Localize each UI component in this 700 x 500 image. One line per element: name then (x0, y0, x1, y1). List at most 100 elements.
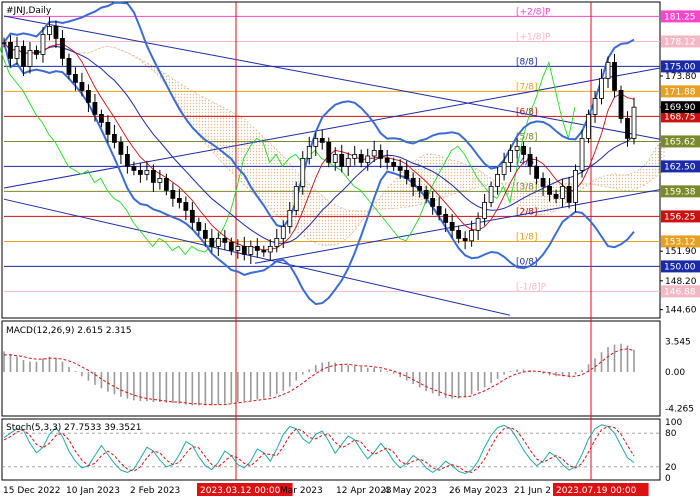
candle-body-38 (248, 245, 254, 255)
candle-body-30 (196, 221, 202, 231)
candle-body-92 (599, 78, 604, 99)
candle-body-27 (176, 197, 182, 203)
candle-body-68 (443, 213, 449, 223)
murrey-label-9: [1/8] (516, 232, 538, 242)
candle-body-63 (410, 177, 416, 187)
candle-body-55 (358, 153, 364, 163)
candle-body-90 (586, 114, 591, 139)
candle-body-59 (384, 157, 390, 163)
candle-body-23 (150, 169, 156, 183)
candle-body-0 (1, 42, 7, 44)
candle-body-97 (631, 106, 637, 139)
candle-body-89 (579, 137, 585, 171)
x-tick-4: Mar 2023 (280, 486, 323, 496)
murrey-label-2: [8/8] (516, 57, 538, 67)
murrey-label-0: [+2/8]P (516, 7, 551, 17)
candle-body-35 (228, 241, 234, 251)
x-tick-2: 2 Feb 2023 (130, 486, 180, 496)
price-chart: [+2/8]P[+1/8]P[8/8][7/8][6/8][5/8][4/8][… (0, 0, 700, 500)
murrey-label-11: [-1/8]P (516, 282, 547, 292)
candle-body-58 (378, 149, 384, 159)
stoch-label: Stoch(5,3,3) 27.7533 39.3521 (6, 423, 141, 433)
candle-body-77 (501, 161, 507, 175)
candle-body-45 (293, 185, 299, 211)
candle-body-54 (352, 153, 358, 159)
candle-body-81 (527, 153, 533, 167)
murrey-label-7: [3/8] (516, 182, 538, 192)
candle-body-18 (118, 141, 124, 155)
candle-body-5 (34, 50, 39, 55)
candle-body-47 (306, 145, 312, 159)
candle-body-25 (163, 177, 169, 191)
candle-body-96 (625, 118, 630, 139)
candle-body-56 (365, 155, 371, 163)
x-tick-6: 4 May 2023 (384, 486, 437, 496)
level-tag-8: 156.25 (664, 212, 696, 222)
candle-body-43 (280, 225, 286, 239)
last-price-tag: 169.90 (664, 103, 696, 113)
stoch-tick-1: 80 (665, 429, 677, 439)
macd-tick-0: 3.545 (665, 338, 691, 348)
candle-body-72 (469, 229, 475, 242)
candle-body-94 (612, 62, 617, 91)
stoch-tick-3: 0 (665, 474, 671, 484)
candle-body-52 (339, 153, 345, 167)
x-tick-1: 10 Jan 2023 (66, 486, 120, 496)
candle-body-15 (99, 114, 104, 123)
candle-body-82 (534, 165, 539, 179)
macd-tick-2: -4.265 (665, 405, 694, 415)
candle-body-87 (566, 185, 572, 203)
price-tick-9: 148.20 (665, 277, 697, 287)
candle-body-49 (319, 137, 325, 143)
candle-body-57 (371, 149, 377, 157)
candle-body-26 (170, 189, 176, 199)
level-tag-9: 153.12 (664, 237, 696, 247)
candle-body-44 (287, 209, 293, 227)
date-marker-tag-9: 2023.07.19 00:00 (556, 486, 637, 496)
candle-body-28 (183, 201, 189, 211)
level-tag-2: 175.00 (664, 62, 696, 72)
x-tick-0: 15 Dec 2022 (3, 486, 61, 496)
x-tick-8: 21 Jun 2 (514, 486, 551, 496)
candle-body-31 (202, 229, 208, 239)
candle-body-22 (144, 169, 150, 175)
candle-body-62 (404, 169, 410, 179)
candle-body-16 (105, 122, 111, 135)
price-tick-7: 151.90 (665, 247, 697, 257)
level-tag-0: 181.25 (664, 12, 696, 22)
candle-body-61 (397, 165, 403, 171)
level-tag-10: 150.00 (664, 262, 696, 272)
candle-body-33 (215, 237, 221, 247)
x-tick-7: 26 May 2023 (449, 486, 508, 496)
candle-body-3 (21, 46, 26, 67)
candle-body-51 (332, 153, 338, 163)
candle-body-80 (521, 145, 526, 155)
candle-body-8 (53, 25, 59, 39)
candle-body-60 (391, 161, 397, 167)
candle-body-2 (14, 46, 20, 59)
candle-body-4 (27, 50, 33, 67)
candle-body-91 (592, 98, 598, 115)
candle-body-71 (462, 237, 468, 242)
candle-body-76 (495, 173, 501, 187)
candle-body-78 (508, 149, 513, 163)
price-tick-0: 173.80 (665, 72, 697, 82)
murrey-label-1: [+1/8]P (516, 32, 551, 42)
candle-body-17 (112, 133, 117, 143)
candle-body-75 (488, 185, 494, 203)
candle-body-29 (189, 209, 195, 223)
candle-body-40 (261, 249, 267, 253)
candle-body-65 (423, 189, 429, 199)
level-tag-4: 168.75 (664, 112, 696, 122)
murrey-label-6: [4/8] (516, 157, 538, 167)
macd-tick-1: 0.00 (665, 368, 685, 378)
candle-body-36 (235, 245, 241, 251)
candle-body-67 (436, 205, 442, 215)
candle-body-6 (40, 34, 46, 55)
candle-body-41 (267, 245, 273, 253)
candle-body-39 (254, 245, 260, 251)
candle-body-69 (449, 221, 455, 231)
macd-label: MACD(12,26,9) 2.615 2.315 (6, 326, 132, 336)
candle-body-34 (222, 237, 228, 243)
candle-body-88 (573, 169, 578, 203)
